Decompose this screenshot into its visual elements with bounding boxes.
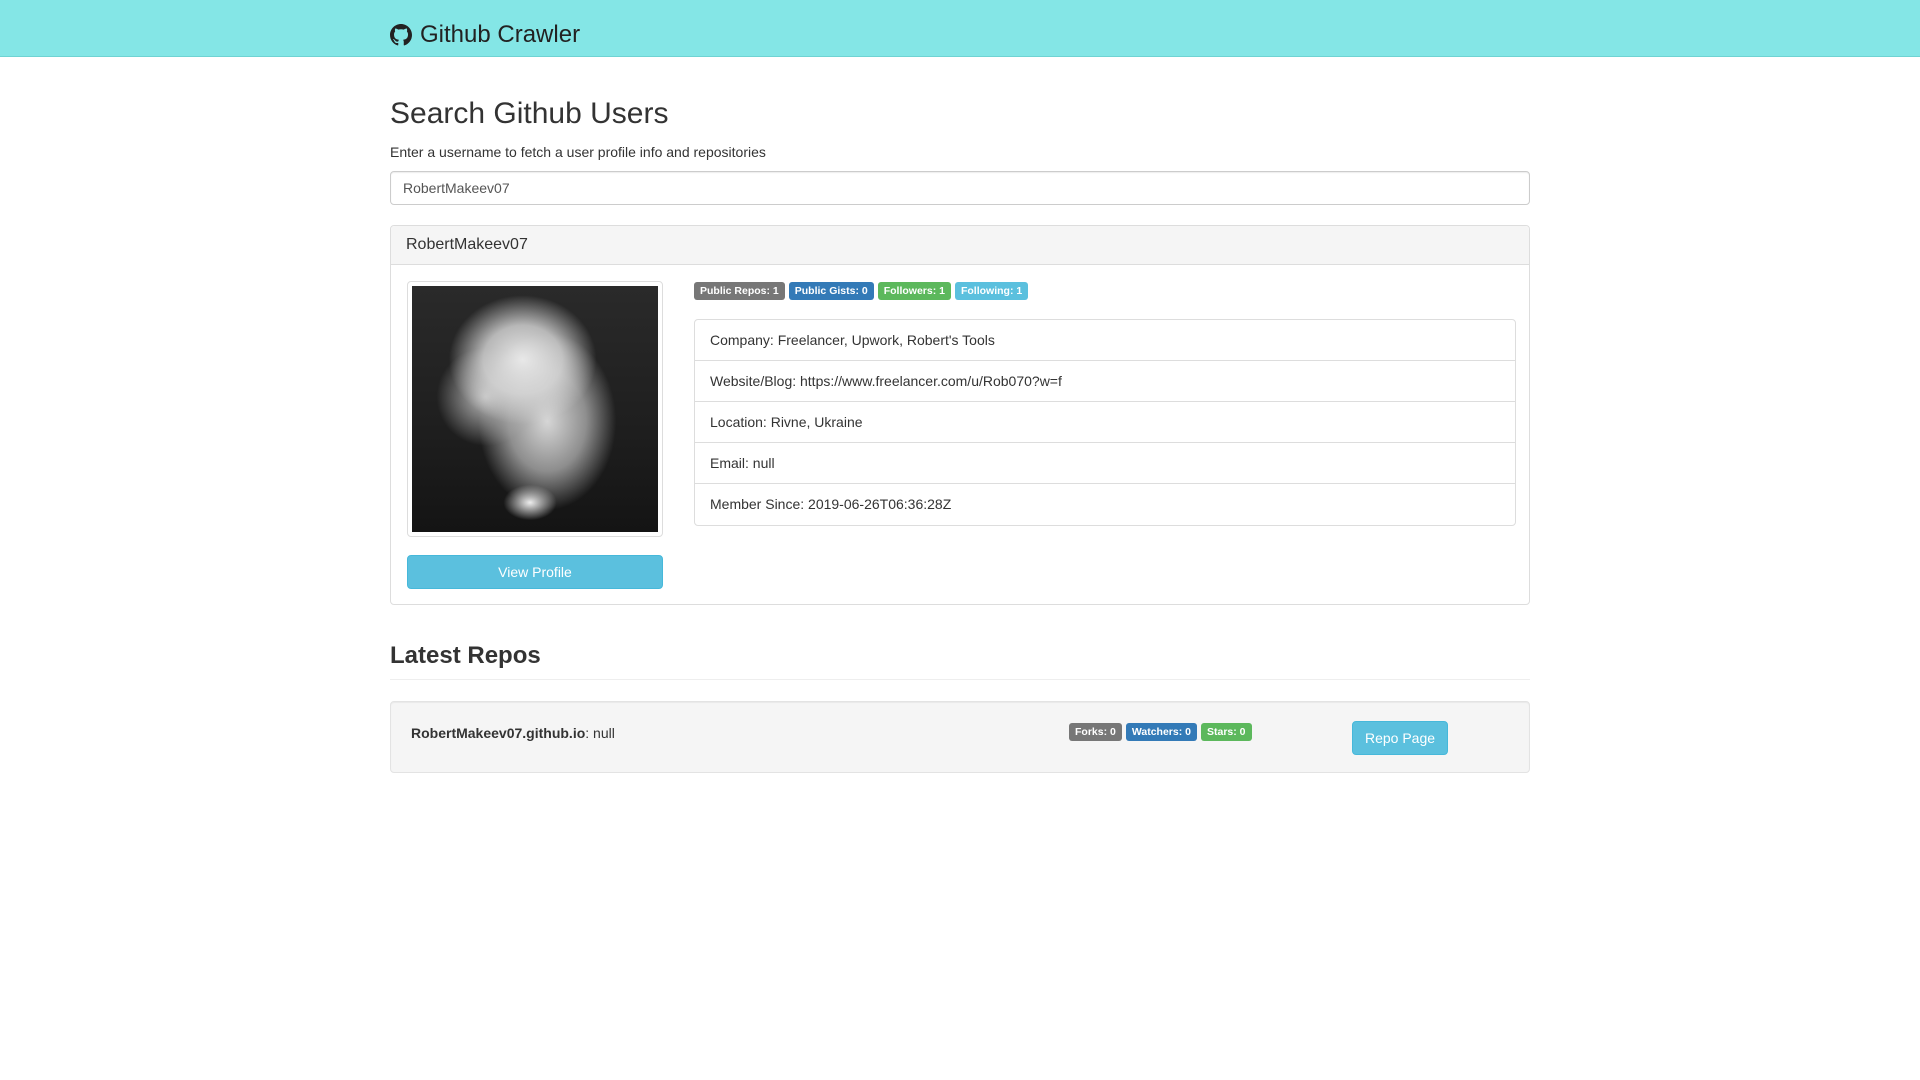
- profile-details-list: Company: Freelancer, Upwork, Robert's To…: [694, 319, 1516, 526]
- repo-badges: Forks: 0 Watchers: 0 Stars: 0: [1069, 723, 1252, 741]
- watchers-badge: Watchers: 0: [1125, 723, 1197, 741]
- repo-card: RobertMakeev07.github.io: null Forks: 0 …: [390, 701, 1530, 773]
- website-item: Website/Blog: https://www.freelancer.com…: [695, 361, 1515, 402]
- avatar: [412, 286, 658, 532]
- email-item: Email: null: [695, 443, 1515, 484]
- view-profile-button[interactable]: View Profile: [407, 555, 663, 589]
- page-title: Search Github Users: [390, 97, 669, 130]
- repo-page-button[interactable]: Repo Page: [1352, 721, 1448, 755]
- section-divider: [390, 679, 1530, 680]
- latest-repos-title: Latest Repos: [390, 642, 541, 669]
- company-item: Company: Freelancer, Upwork, Robert's To…: [695, 320, 1515, 361]
- username-search-input[interactable]: [390, 171, 1530, 205]
- brand-link[interactable]: Github Crawler: [390, 20, 580, 50]
- repo-description: : null: [585, 725, 615, 741]
- profile-badges: Public Repos: 1 Public Gists: 0 Follower…: [694, 282, 1029, 300]
- public-gists-badge: Public Gists: 0: [788, 282, 874, 300]
- avatar-frame: [407, 281, 663, 537]
- stars-badge: Stars: 0: [1201, 723, 1252, 741]
- repo-name-link: RobertMakeev07.github.io: [411, 725, 586, 741]
- public-repos-badge: Public Repos: 1: [694, 282, 785, 300]
- github-icon: [390, 24, 412, 46]
- profile-heading: RobertMakeev07: [391, 226, 1529, 265]
- member-since-item: Member Since: 2019-06-26T06:36:28Z: [710, 496, 952, 512]
- following-badge: Following: 1: [954, 282, 1029, 300]
- brand-title: Github Crawler: [420, 21, 581, 48]
- forks-badge: Forks: 0: [1069, 723, 1122, 741]
- profile-panel: RobertMakeev07 View Profile Public Repos…: [390, 225, 1530, 605]
- search-subtitle: Enter a username to fetch a user profile…: [390, 144, 766, 160]
- followers-badge: Followers: 1: [877, 282, 951, 300]
- navbar: Github Crawler: [0, 0, 1920, 57]
- repo-name: RobertMakeev07.github.io: null: [411, 725, 615, 741]
- location-item: Location: Rivne, Ukraine: [695, 402, 1515, 443]
